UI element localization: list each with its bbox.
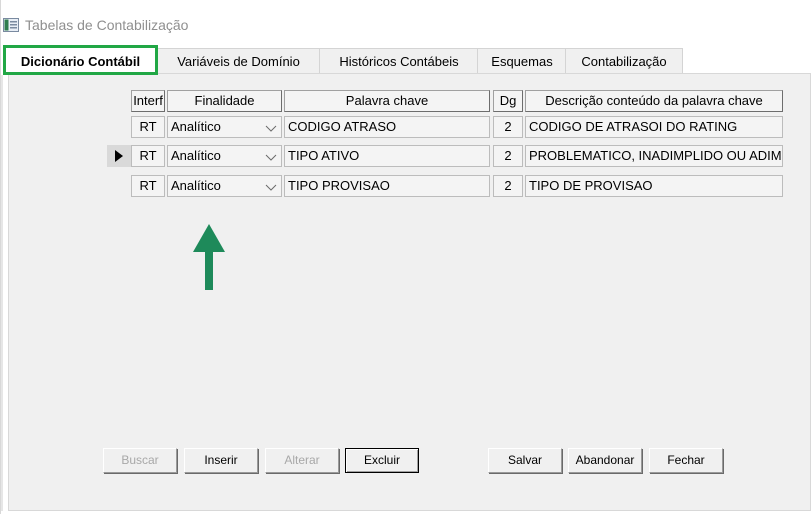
column-header-palavra-chave[interactable]: Palavra chave	[284, 90, 490, 112]
cell-finalidade-combo[interactable]: Analítico	[167, 175, 282, 197]
title-bar: Tabelas de Contabilização	[1, 0, 811, 40]
cell-palavra-chave[interactable]: TIPO PROVISAO	[284, 175, 490, 197]
cell-palavra-chave[interactable]: TIPO ATIVO	[284, 145, 490, 167]
tab-panel	[8, 73, 811, 511]
abandonar-button[interactable]: Abandonar	[568, 448, 642, 473]
tab-variaveis-de-dominio[interactable]: Variáveis de Domínio	[156, 48, 321, 74]
main-window: Tabelas de Contabilização Dicionário Con…	[0, 0, 811, 514]
cell-dg[interactable]: 2	[493, 116, 523, 138]
cell-descricao[interactable]: CODIGO DE ATRASOI DO RATING	[525, 116, 783, 138]
column-header-interf[interactable]: Interf	[131, 90, 165, 112]
inserir-button[interactable]: Inserir	[184, 448, 258, 473]
combo-value: Analítico	[171, 148, 221, 163]
cell-descricao[interactable]: PROBLEMATICO, INADIMPLIDO OU ADIM	[525, 145, 783, 167]
cell-finalidade-combo[interactable]: Analítico	[167, 145, 282, 167]
salvar-button[interactable]: Salvar	[488, 448, 562, 473]
chevron-down-icon[interactable]	[263, 149, 279, 164]
cell-descricao[interactable]: TIPO DE PROVISAO	[525, 175, 783, 197]
chevron-down-icon[interactable]	[263, 120, 279, 135]
cell-palavra-chave[interactable]: CODIGO ATRASO	[284, 116, 490, 138]
tab-dicionario-contabil[interactable]: Dicionário Contábil	[3, 45, 158, 75]
tab-historicos-contabeis[interactable]: Históricos Contábeis	[319, 48, 479, 74]
cell-finalidade-combo[interactable]: Analítico	[167, 116, 282, 138]
column-header-descricao[interactable]: Descrição conteúdo da palavra chave	[525, 90, 783, 112]
tab-strip: Dicionário Contábil Variáveis de Domínio…	[3, 45, 683, 75]
column-header-finalidade[interactable]: Finalidade	[167, 90, 282, 112]
window-app-icon	[3, 18, 19, 32]
combo-value: Analítico	[171, 178, 221, 193]
cell-dg[interactable]: 2	[493, 175, 523, 197]
tab-contabilizacao[interactable]: Contabilização	[565, 48, 683, 74]
excluir-button[interactable]: Excluir	[345, 448, 419, 473]
left-border	[1, 75, 3, 511]
cell-interf[interactable]: RT	[131, 175, 165, 197]
row-pointer-icon	[115, 150, 123, 162]
column-header-dg[interactable]: Dg	[493, 90, 523, 112]
fechar-button[interactable]: Fechar	[649, 448, 723, 473]
tab-esquemas[interactable]: Esquemas	[477, 48, 567, 74]
buscar-button[interactable]: Buscar	[103, 448, 177, 473]
row-indicator[interactable]	[107, 145, 131, 167]
alterar-button[interactable]: Alterar	[265, 448, 339, 473]
cell-interf[interactable]: RT	[131, 145, 165, 167]
chevron-down-icon[interactable]	[263, 179, 279, 194]
window-title: Tabelas de Contabilização	[25, 17, 189, 33]
up-arrow-annotation	[193, 224, 225, 290]
combo-value: Analítico	[171, 119, 221, 134]
cell-dg[interactable]: 2	[493, 145, 523, 167]
cell-interf[interactable]: RT	[131, 116, 165, 138]
